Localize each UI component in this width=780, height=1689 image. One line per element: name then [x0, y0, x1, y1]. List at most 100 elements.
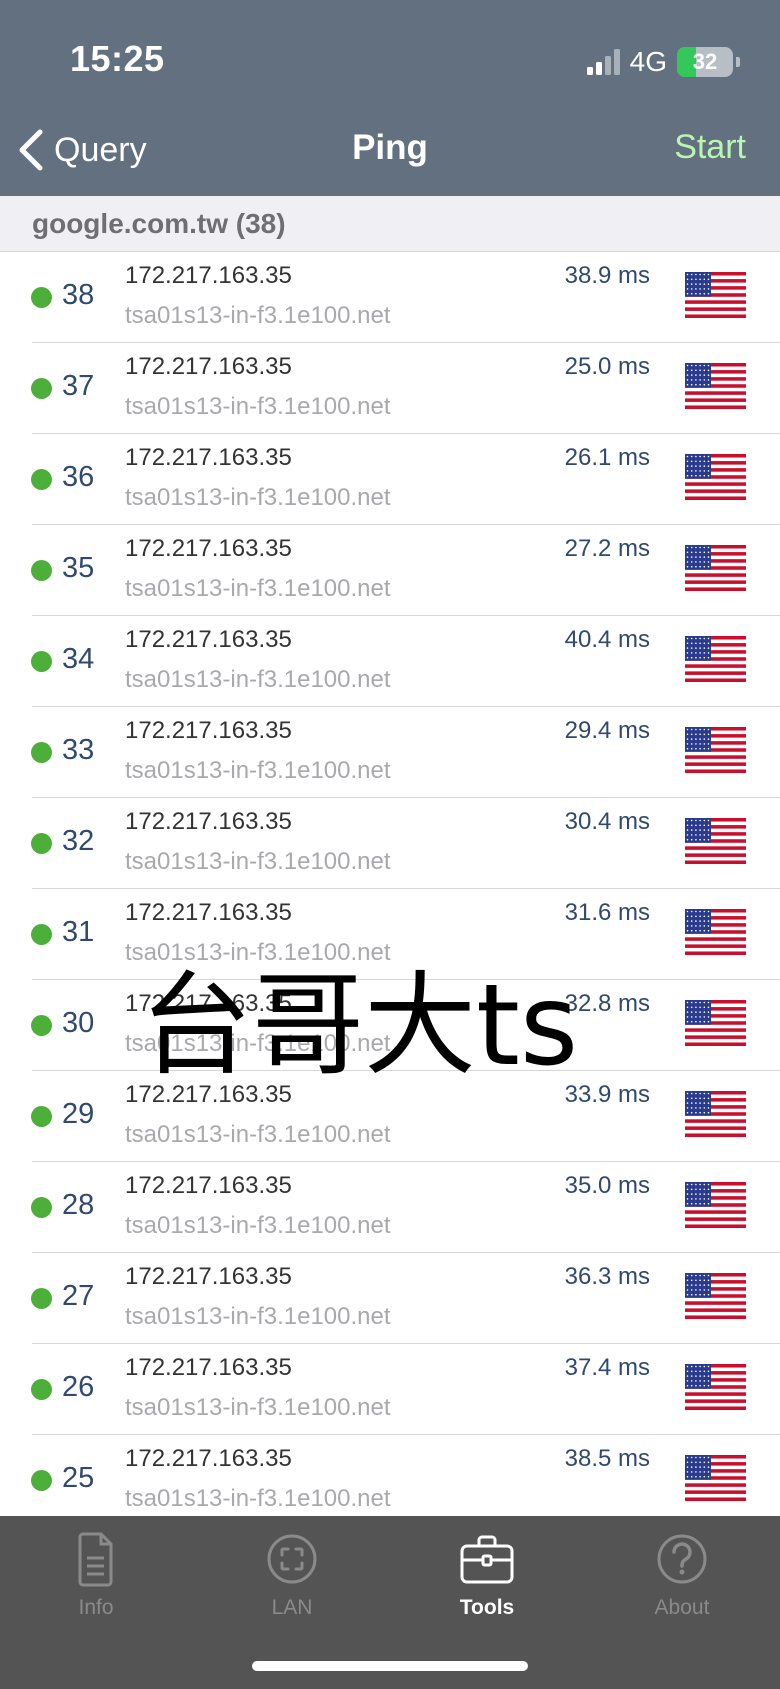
- ip-address: 172.217.163.35: [125, 990, 292, 1017]
- back-label: Query: [54, 130, 147, 169]
- us-flag-icon: [685, 1273, 746, 1319]
- us-flag-icon: [685, 454, 746, 500]
- tab-label: Info: [78, 1596, 114, 1619]
- ping-result-row[interactable]: 31 172.217.163.35 tsa01s13-in-f3.1e100.net…: [0, 889, 780, 980]
- us-flag-icon: [685, 727, 746, 773]
- ping-result-row[interactable]: 29 172.217.163.35 tsa01s13-in-f3.1e100.net…: [0, 1071, 780, 1162]
- hostname: tsa01s13-in-f3.1e100.net: [125, 1303, 391, 1330]
- section-title: google.com.tw (38): [32, 208, 286, 239]
- tab-label: LAN: [271, 1596, 313, 1619]
- ping-result-row[interactable]: 25 172.217.163.35 tsa01s13-in-f3.1e100.net…: [0, 1435, 780, 1526]
- status-dot-icon: [31, 287, 52, 308]
- ping-result-row[interactable]: 26 172.217.163.35 tsa01s13-in-f3.1e100.net…: [0, 1344, 780, 1435]
- ip-address: 172.217.163.35: [125, 1081, 292, 1108]
- ip-address: 172.217.163.35: [125, 626, 292, 653]
- ip-address: 172.217.163.35: [125, 899, 292, 926]
- us-flag-icon: [685, 545, 746, 591]
- sequence-number: 32: [62, 825, 95, 857]
- tab-label: Tools: [459, 1596, 515, 1619]
- ip-address: 172.217.163.35: [125, 1354, 292, 1381]
- tab-about[interactable]: About: [607, 1528, 757, 1628]
- response-time: 33.9 ms: [564, 1081, 650, 1108]
- hostname: tsa01s13-in-f3.1e100.net: [125, 1485, 391, 1512]
- ip-address: 172.217.163.35: [125, 1445, 292, 1472]
- response-time: 25.0 ms: [564, 353, 650, 380]
- tab-label: About: [654, 1596, 710, 1619]
- status-dot-icon: [31, 1379, 52, 1400]
- ip-address: 172.217.163.35: [125, 262, 292, 289]
- ping-result-row[interactable]: 35 172.217.163.35 tsa01s13-in-f3.1e100.net…: [0, 525, 780, 616]
- lan-scan-icon: [267, 1534, 317, 1584]
- response-time: 38.9 ms: [564, 262, 650, 289]
- hostname: tsa01s13-in-f3.1e100.net: [125, 848, 391, 875]
- ip-address: 172.217.163.35: [125, 1172, 292, 1199]
- response-time: 27.2 ms: [564, 535, 650, 562]
- us-flag-icon: [685, 363, 746, 409]
- document-icon: [78, 1532, 113, 1587]
- status-dot-icon: [31, 1106, 52, 1127]
- ping-result-row[interactable]: 28 172.217.163.35 tsa01s13-in-f3.1e100.net…: [0, 1162, 780, 1253]
- ping-result-row[interactable]: 34 172.217.163.35 tsa01s13-in-f3.1e100.net…: [0, 616, 780, 707]
- status-time: 15:25: [70, 38, 165, 79]
- status-dot-icon: [31, 1015, 52, 1036]
- tab-tools[interactable]: Tools: [412, 1528, 562, 1628]
- response-time: 35.0 ms: [564, 1172, 650, 1199]
- sequence-number: 35: [62, 552, 95, 584]
- status-dot-icon: [31, 378, 52, 399]
- status-dot-icon: [31, 651, 52, 672]
- hostname: tsa01s13-in-f3.1e100.net: [125, 939, 391, 966]
- status-dot-icon: [31, 742, 52, 763]
- us-flag-icon: [685, 909, 746, 955]
- chevron-left-icon: [19, 129, 43, 171]
- ping-result-list: 38 172.217.163.35 tsa01s13-in-f3.1e100.net…: [0, 252, 780, 1526]
- hostname: tsa01s13-in-f3.1e100.net: [125, 393, 391, 420]
- tab-info[interactable]: Info: [21, 1528, 171, 1628]
- ping-result-row[interactable]: 33 172.217.163.35 tsa01s13-in-f3.1e100.net…: [0, 707, 780, 798]
- hostname: tsa01s13-in-f3.1e100.net: [125, 1394, 391, 1421]
- back-button[interactable]: Query: [16, 124, 147, 176]
- status-dot-icon: [31, 1288, 52, 1309]
- sequence-number: 28: [62, 1189, 95, 1221]
- ping-result-row[interactable]: 32 172.217.163.35 tsa01s13-in-f3.1e100.net…: [0, 798, 780, 889]
- ping-result-row[interactable]: 38 172.217.163.35 tsa01s13-in-f3.1e100.net…: [0, 252, 780, 343]
- hostname: tsa01s13-in-f3.1e100.net: [125, 575, 391, 602]
- status-dot-icon: [31, 924, 52, 945]
- ip-address: 172.217.163.35: [125, 808, 292, 835]
- ip-address: 172.217.163.35: [125, 717, 292, 744]
- sequence-number: 37: [62, 370, 95, 402]
- sequence-number: 25: [62, 1462, 95, 1494]
- hostname: tsa01s13-in-f3.1e100.net: [125, 1030, 391, 1057]
- status-dot-icon: [31, 1470, 52, 1491]
- sequence-number: 31: [62, 916, 95, 948]
- us-flag-icon: [685, 272, 746, 318]
- sequence-number: 26: [62, 1371, 95, 1403]
- sequence-number: 36: [62, 461, 95, 493]
- battery-level: 32: [692, 49, 718, 74]
- us-flag-icon: [685, 1182, 746, 1228]
- sequence-number: 33: [62, 734, 95, 766]
- ping-result-row[interactable]: 37 172.217.163.35 tsa01s13-in-f3.1e100.net…: [0, 343, 780, 434]
- sequence-number: 27: [62, 1280, 95, 1312]
- response-time: 29.4 ms: [564, 717, 650, 744]
- sequence-number: 34: [62, 643, 95, 675]
- signal-icon: [586, 49, 620, 75]
- hostname: tsa01s13-in-f3.1e100.net: [125, 757, 391, 784]
- response-time: 37.4 ms: [564, 1354, 650, 1381]
- us-flag-icon: [685, 1091, 746, 1137]
- ping-result-row[interactable]: 30 172.217.163.35 tsa01s13-in-f3.1e100.net…: [0, 980, 780, 1071]
- sequence-number: 29: [62, 1098, 95, 1130]
- header: 15:25 4G 32 Query Ping Start: [0, 0, 780, 196]
- ping-result-row[interactable]: 36 172.217.163.35 tsa01s13-in-f3.1e100.net…: [0, 434, 780, 525]
- tab-lan[interactable]: LAN: [217, 1528, 367, 1628]
- ip-address: 172.217.163.35: [125, 535, 292, 562]
- us-flag-icon: [685, 1455, 746, 1501]
- hostname: tsa01s13-in-f3.1e100.net: [125, 666, 391, 693]
- response-time: 38.5 ms: [564, 1445, 650, 1472]
- start-button[interactable]: Start: [674, 128, 746, 167]
- response-time: 40.4 ms: [564, 626, 650, 653]
- status-indicators: 4G 32: [586, 44, 740, 80]
- ping-result-row[interactable]: 27 172.217.163.35 tsa01s13-in-f3.1e100.net…: [0, 1253, 780, 1344]
- hostname: tsa01s13-in-f3.1e100.net: [125, 1121, 391, 1148]
- network-type: 4G: [629, 46, 667, 77]
- section-header: google.com.tw (38): [0, 196, 780, 252]
